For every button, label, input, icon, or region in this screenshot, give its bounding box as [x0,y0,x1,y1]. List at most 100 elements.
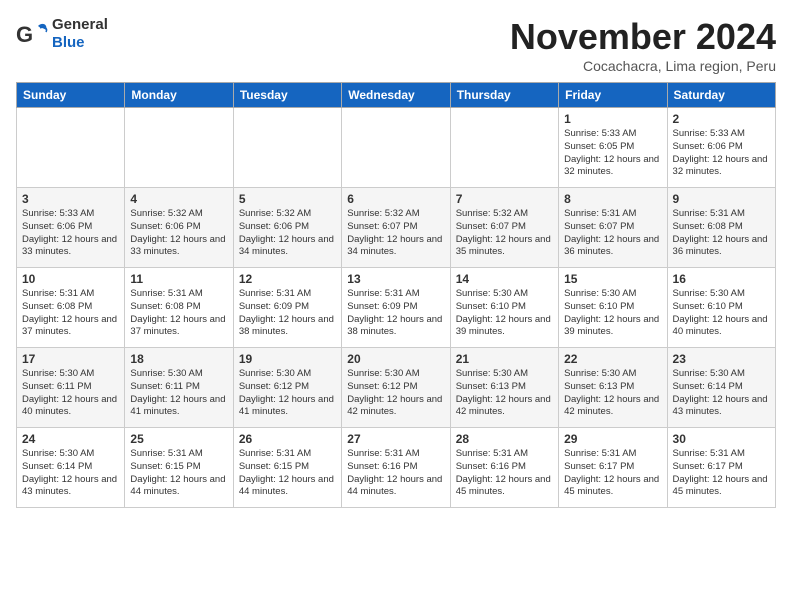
day-number: 11 [130,272,227,286]
calendar-week-5: 24 Sunrise: 5:30 AM Sunset: 6:14 PM Dayli… [17,428,776,508]
calendar-cell: 20 Sunrise: 5:30 AM Sunset: 6:12 PM Dayli… [342,348,450,428]
calendar-cell: 12Sunrise: 5:31 AM Sunset: 6:09 PM Dayli… [233,268,341,348]
calendar-cell: 10 Sunrise: 5:31 AM Sunset: 6:08 PM Dayli… [17,268,125,348]
day-number: 26 [239,432,336,446]
calendar-cell: 11 Sunrise: 5:31 AM Sunset: 6:08 PM Dayli… [125,268,233,348]
col-saturday: Saturday [667,83,775,108]
col-wednesday: Wednesday [342,83,450,108]
calendar-cell: 28 Sunrise: 5:31 AM Sunset: 6:16 PM Dayli… [450,428,558,508]
day-info: Sunrise: 5:32 AM Sunset: 6:07 PM Dayligh… [456,208,553,259]
day-number: 22 [564,352,661,366]
calendar-cell: 15 Sunrise: 5:30 AM Sunset: 6:10 PM Dayli… [559,268,667,348]
day-number: 28 [456,432,553,446]
day-info: Sunrise: 5:31 AM Sunset: 6:15 PM Dayligh… [130,448,227,499]
day-info: Sunrise: 5:31 AM Sunset: 6:07 PM Dayligh… [564,208,661,259]
day-info: Sunrise: 5:31 AM Sunset: 6:16 PM Dayligh… [456,448,553,499]
calendar-cell: 21 Sunrise: 5:30 AM Sunset: 6:13 PM Dayli… [450,348,558,428]
day-number: 15 [564,272,661,286]
logo-general: General [52,16,108,33]
calendar-cell: 23 Sunrise: 5:30 AM Sunset: 6:14 PM Dayli… [667,348,775,428]
day-number: 1 [564,112,661,126]
col-thursday: Thursday [450,83,558,108]
calendar-week-2: 3 Sunrise: 5:33 AM Sunset: 6:06 PM Daylig… [17,188,776,268]
col-tuesday: Tuesday [233,83,341,108]
calendar-cell [342,108,450,188]
day-info: Sunrise: 5:31 AM Sunset: 6:17 PM Dayligh… [673,448,770,499]
calendar-cell [17,108,125,188]
day-info: Sunrise: 5:31 AM Sunset: 6:08 PM Dayligh… [22,288,119,339]
calendar-cell [450,108,558,188]
calendar-cell: 17 Sunrise: 5:30 AM Sunset: 6:11 PM Dayli… [17,348,125,428]
day-number: 4 [130,192,227,206]
day-info: Sunrise: 5:31 AM Sunset: 6:16 PM Dayligh… [347,448,444,499]
calendar-cell: 5 Sunrise: 5:32 AM Sunset: 6:06 PM Daylig… [233,188,341,268]
day-info: Sunrise: 5:31 AM Sunset: 6:09 PM Dayligh… [347,288,444,339]
day-number: 29 [564,432,661,446]
calendar-cell: 7 Sunrise: 5:32 AM Sunset: 6:07 PM Daylig… [450,188,558,268]
day-info: Sunrise: 5:31 AM Sunset: 6:08 PM Dayligh… [673,208,770,259]
col-sunday: Sunday [17,83,125,108]
day-number: 13 [347,272,444,286]
calendar-week-1: 1 Sunrise: 5:33 AM Sunset: 6:05 PM Daylig… [17,108,776,188]
day-info: Sunrise: 5:30 AM Sunset: 6:12 PM Dayligh… [239,368,336,419]
day-info: Sunrise: 5:30 AM Sunset: 6:10 PM Dayligh… [564,288,661,339]
calendar-cell: 4 Sunrise: 5:32 AM Sunset: 6:06 PM Daylig… [125,188,233,268]
logo-blue: Blue [52,34,85,51]
day-info: Sunrise: 5:30 AM Sunset: 6:12 PM Dayligh… [347,368,444,419]
svg-text:G: G [16,22,33,47]
calendar-cell: 16Sunrise: 5:30 AM Sunset: 6:10 PM Dayli… [667,268,775,348]
day-number: 6 [347,192,444,206]
calendar-cell: 14Sunrise: 5:30 AM Sunset: 6:10 PM Dayli… [450,268,558,348]
day-info: Sunrise: 5:30 AM Sunset: 6:14 PM Dayligh… [22,448,119,499]
col-friday: Friday [559,83,667,108]
day-number: 21 [456,352,553,366]
day-number: 8 [564,192,661,206]
day-info: Sunrise: 5:30 AM Sunset: 6:10 PM Dayligh… [673,288,770,339]
day-number: 18 [130,352,227,366]
day-number: 20 [347,352,444,366]
day-number: 9 [673,192,770,206]
calendar-header-row: Sunday Monday Tuesday Wednesday Thursday… [17,83,776,108]
calendar-cell: 1 Sunrise: 5:33 AM Sunset: 6:05 PM Daylig… [559,108,667,188]
calendar-cell: 24 Sunrise: 5:30 AM Sunset: 6:14 PM Dayli… [17,428,125,508]
day-number: 24 [22,432,119,446]
day-info: Sunrise: 5:31 AM Sunset: 6:08 PM Dayligh… [130,288,227,339]
day-info: Sunrise: 5:33 AM Sunset: 6:06 PM Dayligh… [22,208,119,259]
day-info: Sunrise: 5:31 AM Sunset: 6:17 PM Dayligh… [564,448,661,499]
calendar-cell: 3 Sunrise: 5:33 AM Sunset: 6:06 PM Daylig… [17,188,125,268]
calendar-cell: 22 Sunrise: 5:30 AM Sunset: 6:13 PM Dayli… [559,348,667,428]
day-info: Sunrise: 5:30 AM Sunset: 6:14 PM Dayligh… [673,368,770,419]
calendar-cell: 29 Sunrise: 5:31 AM Sunset: 6:17 PM Dayli… [559,428,667,508]
calendar-cell: 9 Sunrise: 5:31 AM Sunset: 6:08 PM Daylig… [667,188,775,268]
day-info: Sunrise: 5:30 AM Sunset: 6:11 PM Dayligh… [22,368,119,419]
day-number: 5 [239,192,336,206]
day-number: 30 [673,432,770,446]
logo-icon: G [16,18,48,50]
day-number: 23 [673,352,770,366]
day-number: 12 [239,272,336,286]
day-info: Sunrise: 5:32 AM Sunset: 6:07 PM Dayligh… [347,208,444,259]
calendar-week-4: 17 Sunrise: 5:30 AM Sunset: 6:11 PM Dayli… [17,348,776,428]
day-number: 3 [22,192,119,206]
day-number: 27 [347,432,444,446]
location: Cocachacra, Lima region, Peru [510,58,776,74]
day-info: Sunrise: 5:33 AM Sunset: 6:05 PM Dayligh… [564,128,661,179]
day-number: 10 [22,272,119,286]
calendar-cell: 2Sunrise: 5:33 AM Sunset: 6:06 PM Daylig… [667,108,775,188]
logo: G General Blue [16,16,108,52]
calendar-cell: 8 Sunrise: 5:31 AM Sunset: 6:07 PM Daylig… [559,188,667,268]
calendar-cell: 27 Sunrise: 5:31 AM Sunset: 6:16 PM Dayli… [342,428,450,508]
day-number: 7 [456,192,553,206]
day-info: Sunrise: 5:32 AM Sunset: 6:06 PM Dayligh… [130,208,227,259]
page-header: G General Blue November 2024 Cocachacra,… [16,16,776,74]
day-info: Sunrise: 5:30 AM Sunset: 6:13 PM Dayligh… [456,368,553,419]
day-info: Sunrise: 5:30 AM Sunset: 6:13 PM Dayligh… [564,368,661,419]
calendar-cell: 19Sunrise: 5:30 AM Sunset: 6:12 PM Dayli… [233,348,341,428]
day-number: 17 [22,352,119,366]
calendar-cell: 30 Sunrise: 5:31 AM Sunset: 6:17 PM Dayli… [667,428,775,508]
calendar-table: Sunday Monday Tuesday Wednesday Thursday… [16,82,776,508]
day-info: Sunrise: 5:32 AM Sunset: 6:06 PM Dayligh… [239,208,336,259]
month-title: November 2024 [510,16,776,58]
day-info: Sunrise: 5:31 AM Sunset: 6:15 PM Dayligh… [239,448,336,499]
calendar-cell [233,108,341,188]
